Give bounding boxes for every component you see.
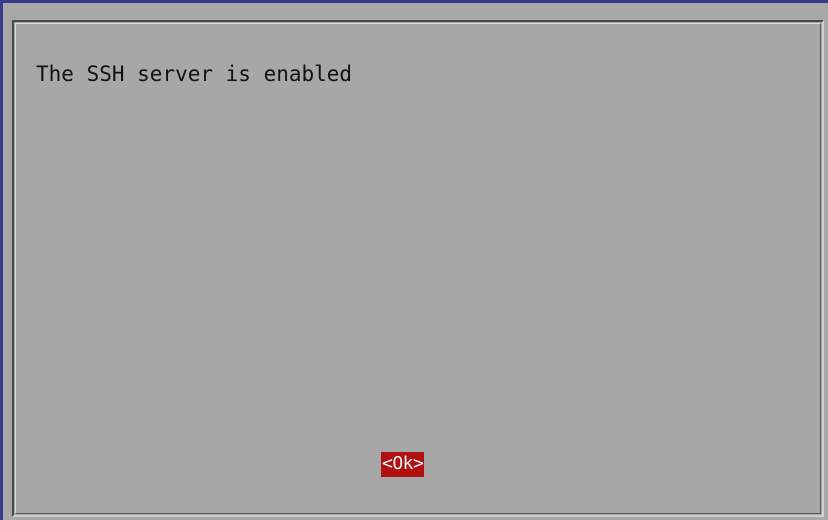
message-dialog: The SSH server is enabled <Ok> [12, 20, 824, 517]
dialog-frame [15, 23, 821, 514]
terminal-screen: The SSH server is enabled <Ok> [0, 0, 828, 520]
ok-button[interactable]: <Ok> [381, 452, 425, 477]
dialog-message: The SSH server is enabled [36, 62, 353, 86]
